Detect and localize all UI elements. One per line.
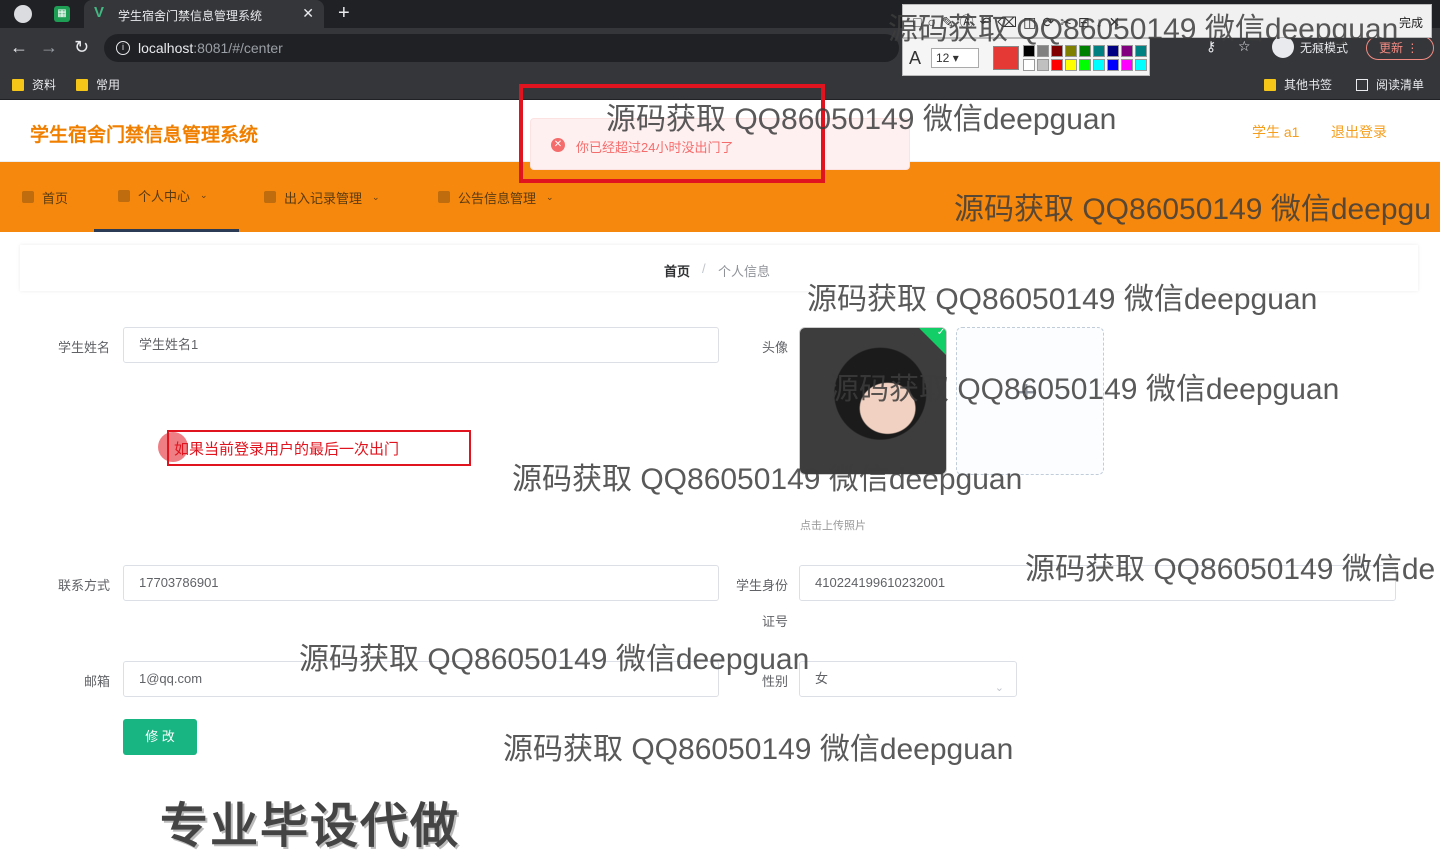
site-info-icon[interactable]: i	[116, 41, 130, 55]
browser-tab[interactable]: V 学生宿舍门禁信息管理系统 ✕	[84, 0, 324, 28]
user-icon	[118, 189, 130, 202]
color-swatch[interactable]	[1107, 59, 1119, 71]
back-icon[interactable]: ←	[10, 37, 28, 58]
url-text: localhost:8081/#/center	[138, 40, 283, 56]
app-shortcut-icon[interactable]: ▦	[54, 6, 70, 22]
logout-link[interactable]: 退出登录	[1331, 122, 1387, 142]
url-input[interactable]: i localhost:8081/#/center	[104, 34, 899, 62]
watermark: 源码获取 QQ86050149 微信deepguan	[807, 283, 1318, 316]
watermark: 源码获取 QQ86050149 微信deepguan	[503, 733, 1014, 766]
watermark: 源码获取 QQ86050149 微信de	[1025, 553, 1436, 586]
avatar-label: 头像	[761, 340, 788, 355]
color-swatch[interactable]	[1135, 59, 1147, 71]
reading-list[interactable]: 阅读清单	[1356, 76, 1424, 93]
vue-favicon-icon: V	[94, 4, 105, 21]
folder-icon	[12, 78, 24, 91]
tab-close-icon[interactable]: ✕	[302, 5, 314, 22]
reload-icon[interactable]: ↻	[74, 37, 89, 58]
gender-select[interactable]: 女 ⌄	[799, 661, 1017, 697]
upload-success-icon: ✓	[919, 328, 946, 357]
reading-list-icon	[1356, 78, 1368, 91]
phone-input[interactable]: 17703786901	[123, 565, 719, 601]
breadcrumb-current: 个人信息	[718, 264, 771, 279]
phone-label: 联系方式	[57, 578, 110, 593]
menu-item-access-records[interactable]: 出入记录管理 ⌄	[264, 162, 380, 232]
color-swatch[interactable]	[1121, 59, 1133, 71]
watermark: 源码获取 QQ86050149 微信deepguan	[888, 13, 1399, 46]
browser-menu-icon[interactable]	[14, 5, 32, 23]
color-swatch[interactable]	[1023, 59, 1035, 71]
breadcrumb-home[interactable]: 首页	[664, 261, 690, 280]
color-palette[interactable]	[1023, 45, 1147, 71]
app-title: 学生宿舍门禁信息管理系统	[30, 125, 259, 146]
home-icon	[22, 191, 34, 203]
color-swatch[interactable]	[1051, 59, 1063, 71]
color-swatch[interactable]	[1093, 59, 1105, 71]
new-tab-button[interactable]: +	[338, 2, 350, 25]
submit-button[interactable]: 修 改	[123, 719, 197, 755]
watermark: 源码获取 QQ86050149 微信deepguan	[829, 373, 1340, 406]
gender-value: 女	[815, 671, 829, 686]
color-swatch[interactable]	[1065, 59, 1077, 71]
name-input[interactable]: 学生姓名1	[123, 327, 719, 363]
menu-item-profile[interactable]: 个人中心 ⌄	[94, 162, 239, 232]
name-label: 学生姓名	[57, 340, 110, 355]
bookmark-folder[interactable]: 资料	[12, 76, 56, 93]
idcard-label-2: 证号	[761, 614, 788, 629]
annotation-done-button[interactable]: 完成	[1399, 14, 1423, 31]
watermark: 源码获取 QQ86050149 微信deepguan	[512, 463, 1023, 496]
idcard-label: 学生身份	[735, 578, 788, 593]
upload-tip: 点击上传照片	[800, 520, 866, 532]
color-swatch[interactable]	[1079, 59, 1091, 71]
chevron-down-icon: ⌄	[546, 191, 554, 202]
forward-icon[interactable]: →	[40, 37, 58, 58]
breadcrumb-separator: /	[702, 261, 706, 276]
font-icon: A	[909, 48, 922, 68]
folder-icon	[1264, 78, 1276, 91]
current-user: 学生 a1	[1252, 124, 1300, 140]
chevron-down-icon: ⌄	[372, 191, 380, 202]
menu-item-home[interactable]: 首页	[22, 162, 68, 232]
chevron-down-icon: ⌄	[994, 682, 1004, 694]
promo-text: 专业毕设代做	[160, 800, 461, 853]
chevron-down-icon: ⌄	[200, 190, 208, 200]
bookmark-folder[interactable]: 常用	[76, 76, 120, 93]
watermark: 源码获取 QQ86050149 微信deepguan	[606, 103, 1117, 136]
current-color-swatch[interactable]	[993, 46, 1019, 70]
tab-title: 学生宿舍门禁信息管理系统	[118, 9, 263, 23]
annotation-note: 如果当前登录用户的最后一次出门	[174, 441, 400, 458]
folder-icon	[76, 78, 88, 91]
color-swatch[interactable]	[1037, 59, 1049, 71]
email-label: 邮箱	[83, 674, 110, 689]
watermark: 源码获取 QQ86050149 微信deepgu	[954, 193, 1431, 226]
grid-icon	[264, 191, 276, 203]
bookmark-folder[interactable]: 其他书签	[1264, 76, 1332, 93]
notice-icon	[438, 191, 450, 203]
watermark: 源码获取 QQ86050149 微信deepguan	[299, 643, 810, 676]
font-size-select[interactable]: 12 ▾	[931, 48, 979, 68]
